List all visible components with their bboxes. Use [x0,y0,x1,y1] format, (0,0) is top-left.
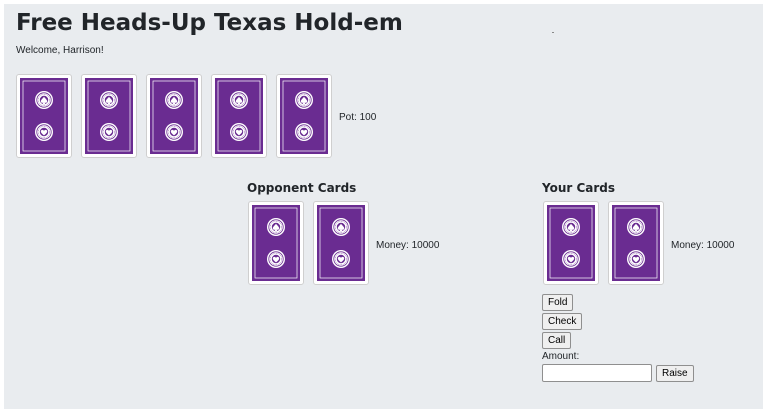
player-card [608,201,664,285]
your-cards-heading: Your Cards [542,181,616,195]
card-back-icon [20,78,68,154]
card-back-icon [317,205,365,281]
amount-label: Amount: [542,351,580,362]
opponent-cards-heading: Opponent Cards [247,181,357,195]
card-back-icon [252,205,300,281]
game-page: Free Heads-Up Texas Hold-em Welcome, Har… [4,4,763,409]
player-card [543,201,599,285]
opponent-card [248,201,304,285]
community-card [16,74,72,158]
player-money: Money: 10000 [671,240,735,251]
card-back-icon [85,78,133,154]
card-back-icon [150,78,198,154]
pot-amount: Pot: 100 [339,112,377,123]
community-card [276,74,332,158]
card-back-icon [547,205,595,281]
fold-button[interactable]: Fold [542,294,574,311]
card-back-icon [612,205,660,281]
welcome-message: Welcome, Harrison! [16,45,104,56]
opponent-money: Money: 10000 [376,240,440,251]
community-card [81,74,137,158]
community-card [146,74,202,158]
call-button[interactable]: Call [542,332,572,349]
community-card [211,74,267,158]
page-title: Free Heads-Up Texas Hold-em [16,10,403,36]
card-back-icon [280,78,328,154]
stray-dot [552,32,554,33]
card-back-icon [215,78,263,154]
raise-amount-input[interactable] [542,364,652,382]
check-button[interactable]: Check [542,313,583,330]
opponent-card [313,201,369,285]
raise-button[interactable]: Raise [656,365,694,382]
